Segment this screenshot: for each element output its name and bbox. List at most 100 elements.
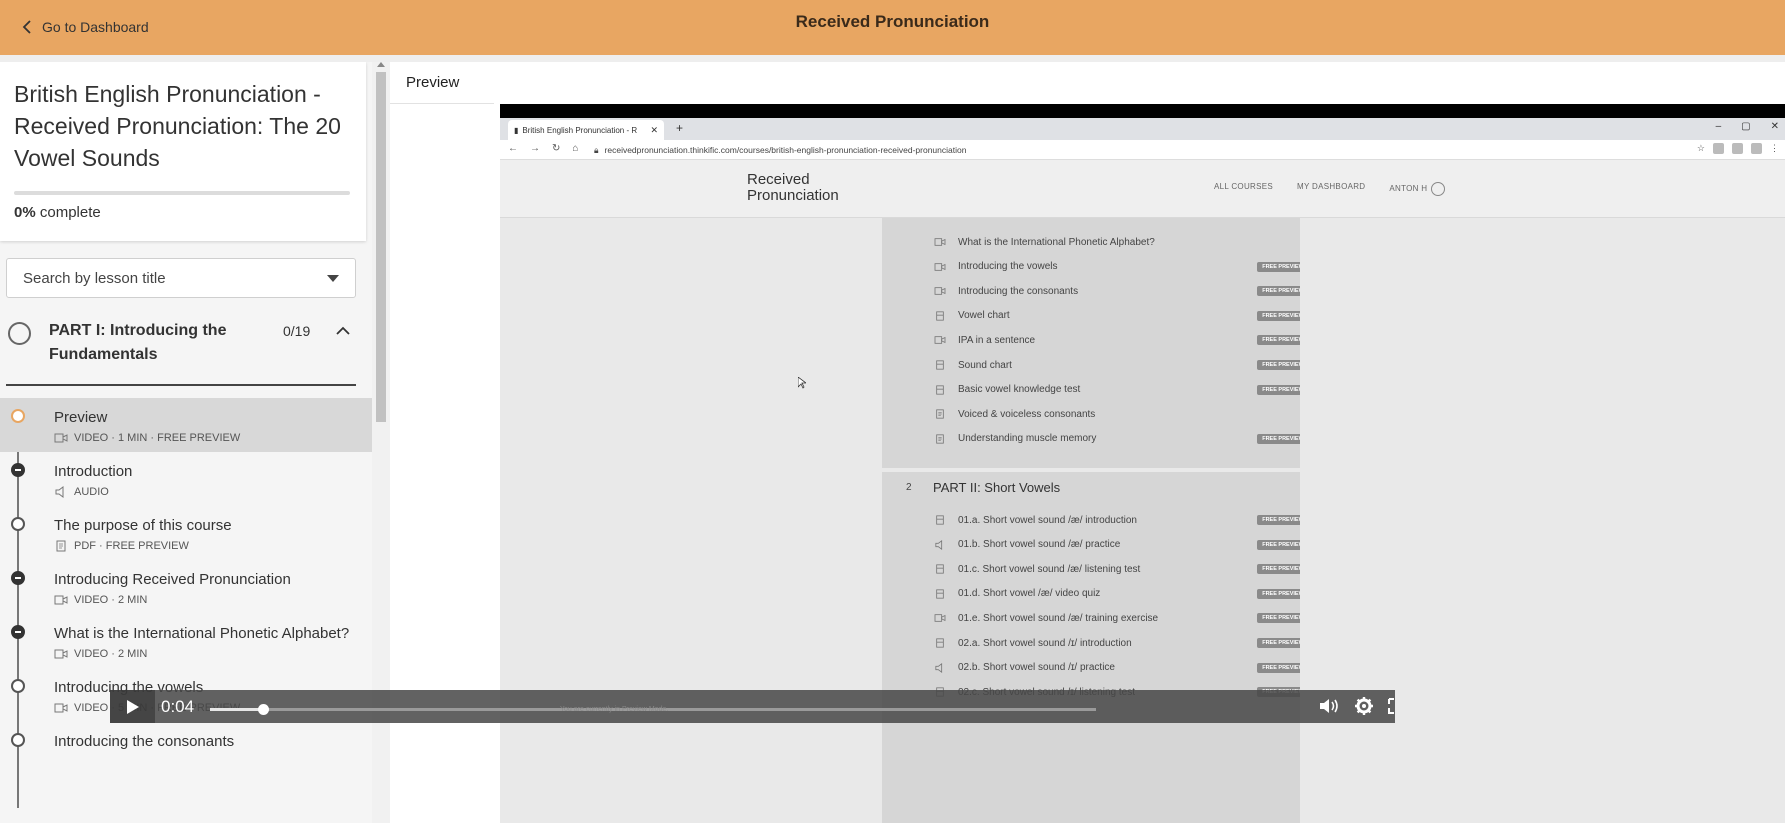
url-text: receivedpronunciation.thinkific.com/cour… xyxy=(604,145,967,155)
lesson-item[interactable]: The purpose of this course PDF · FREE PRE… xyxy=(0,506,372,560)
extension-icon xyxy=(1751,143,1762,154)
free-preview-badge: FREE PREVIEW xyxy=(1257,613,1300,624)
curriculum-item-label: 01.c. Short vowel sound /æ/ listening te… xyxy=(958,563,1141,575)
chapter-divider xyxy=(6,384,356,386)
site-nav-all-courses: ALL COURSES xyxy=(1214,182,1274,191)
caret-down-icon xyxy=(327,274,339,282)
lesson-status-icon xyxy=(11,733,25,747)
lesson-details: AUDIO xyxy=(74,486,109,498)
chapter-status-circle xyxy=(8,322,31,345)
search-placeholder: Search by lesson title xyxy=(23,269,166,287)
scroll-up-icon[interactable] xyxy=(377,62,385,67)
current-time: 0:04 xyxy=(161,697,195,716)
curriculum-item: 02.a. Short vowel sound /ɪ/ introduction… xyxy=(882,631,1300,655)
seek-fill xyxy=(210,708,264,711)
video-icon xyxy=(934,262,946,271)
site-logo: Received Pronunciation xyxy=(747,172,839,204)
fullscreen-icon[interactable] xyxy=(1388,696,1395,716)
lesson-status-icon xyxy=(11,679,25,693)
curriculum-item-label: 02.b. Short vowel sound /ɪ/ practice xyxy=(958,662,1115,674)
doc-icon xyxy=(936,515,944,525)
lesson-title: What is the International Phonetic Alpha… xyxy=(54,625,350,642)
chevron-up-icon[interactable] xyxy=(336,326,350,336)
lesson-status-icon xyxy=(11,571,25,585)
avatar-icon xyxy=(1431,182,1446,196)
recorded-curriculum: What is the International Phonetic Alpha… xyxy=(882,218,1300,823)
main-header: Preview xyxy=(390,62,1785,104)
page-title: Received Pronunciation xyxy=(795,12,990,31)
part2-title: PART II: Short Vowels xyxy=(933,480,1061,495)
extension-icon xyxy=(1732,143,1743,154)
curriculum-item: IPA in a sentence FREE PREVIEW xyxy=(882,328,1300,352)
browser-url: 🔒︎ receivedpronunciation.thinkific.com/c… xyxy=(594,143,1514,157)
close-icon: ✕ xyxy=(1770,121,1779,132)
reload-icon: ↻ xyxy=(552,143,561,154)
curriculum-item-label: 01.b. Short vowel sound /æ/ practice xyxy=(958,539,1121,551)
extension-icon xyxy=(1713,143,1724,154)
curriculum-item-label: Basic vowel knowledge test xyxy=(958,384,1081,396)
curriculum-item-label: Introducing the vowels xyxy=(958,261,1058,273)
lesson-details: VIDEO · 1 MIN · FREE PREVIEW xyxy=(74,432,241,444)
curriculum-item: 02.b. Short vowel sound /ɪ/ practice FREE… xyxy=(882,656,1300,680)
chapter-title: PART I: Introducing the Fundamentals xyxy=(49,322,227,363)
audio-icon xyxy=(935,539,943,550)
video-icon xyxy=(54,703,68,713)
lesson-status-icon xyxy=(11,463,25,477)
lesson-meta: VIDEO · 2 MIN xyxy=(54,648,372,660)
lesson-item[interactable]: Preview VIDEO · 1 MIN · FREE PREVIEW xyxy=(0,398,372,452)
lesson-title: The purpose of this course xyxy=(54,517,232,534)
free-preview-badge: FREE PREVIEW xyxy=(1257,310,1300,321)
star-icon: ☆ xyxy=(1696,143,1705,153)
course-card: British English Pronunciation - Received… xyxy=(0,62,366,241)
doc-icon xyxy=(936,385,944,395)
progress-bar xyxy=(14,191,350,195)
lesson-item[interactable]: Introducing Received Pronunciation VIDEO … xyxy=(0,560,372,614)
pdf-icon xyxy=(936,409,944,419)
curriculum-item-label: Vowel chart xyxy=(958,310,1010,322)
video-icon xyxy=(54,433,68,443)
video-icon xyxy=(54,649,68,659)
main-title: Preview xyxy=(406,74,460,91)
lesson-item[interactable]: Introducing the consonants xyxy=(0,722,372,762)
play-button[interactable] xyxy=(110,690,155,723)
free-preview-badge: FREE PREVIEW xyxy=(1257,638,1300,648)
curriculum-item: Introducing the consonants FREE PREVIEW xyxy=(882,279,1300,303)
curriculum-item-label: Introducing the consonants xyxy=(958,285,1079,297)
lesson-meta: PDF · FREE PREVIEW xyxy=(54,540,372,552)
site-nav-user-label: ANTON H xyxy=(1389,184,1428,194)
play-icon xyxy=(126,699,139,714)
lesson-meta: AUDIO xyxy=(54,486,372,498)
doc-icon xyxy=(936,564,944,574)
lesson-meta: VIDEO · 1 MIN · FREE PREVIEW xyxy=(54,432,372,444)
lesson-search-select[interactable]: Search by lesson title xyxy=(6,258,356,298)
browser-address-bar: ← → ↻ ⌂ 🔒︎ receivedpronunciation.thinkif… xyxy=(500,140,1785,160)
seek-handle[interactable] xyxy=(258,704,270,715)
top-strip xyxy=(0,55,1785,62)
audio-icon xyxy=(55,486,64,498)
free-preview-badge: FREE PREVIEW xyxy=(1257,335,1300,346)
site-nav-my-dashboard: MY DASHBOARD xyxy=(1297,182,1366,191)
part2-number: 2 xyxy=(906,482,912,493)
lesson-item[interactable]: What is the International Phonetic Alpha… xyxy=(0,614,372,668)
volume-icon[interactable] xyxy=(1318,696,1340,716)
doc-icon xyxy=(936,360,944,370)
curriculum-item: 01.a. Short vowel sound /æ/ introduction… xyxy=(882,508,1300,532)
curriculum-item: Vowel chart FREE PREVIEW xyxy=(882,304,1300,328)
chapter-header[interactable]: PART I: Introducing the Fundamentals 0/1… xyxy=(0,312,372,388)
site-nav-user: ANTON H xyxy=(1389,182,1446,196)
chapter-count: 0/19 xyxy=(283,323,311,339)
free-preview-badge: FREE PREVIEW xyxy=(1257,261,1300,272)
curriculum-item-label: What is the International Phonetic Alpha… xyxy=(958,236,1155,248)
new-tab-icon: + xyxy=(676,121,684,135)
doc-icon xyxy=(936,589,944,599)
home-icon: ⌂ xyxy=(572,143,579,154)
settings-gear-icon[interactable] xyxy=(1353,696,1375,716)
scrollbar-thumb[interactable] xyxy=(376,72,386,422)
free-preview-badge: FREE PREVIEW xyxy=(1257,662,1300,673)
tab-close-icon: ✕ xyxy=(650,124,658,135)
lesson-item[interactable]: Introduction AUDIO xyxy=(0,452,372,506)
curriculum-item: 01.c. Short vowel sound /æ/ listening te… xyxy=(882,557,1300,581)
free-preview-badge: FREE PREVIEW xyxy=(1257,515,1300,525)
doc-icon xyxy=(936,638,944,648)
free-preview-badge: FREE PREVIEW xyxy=(1257,360,1300,370)
